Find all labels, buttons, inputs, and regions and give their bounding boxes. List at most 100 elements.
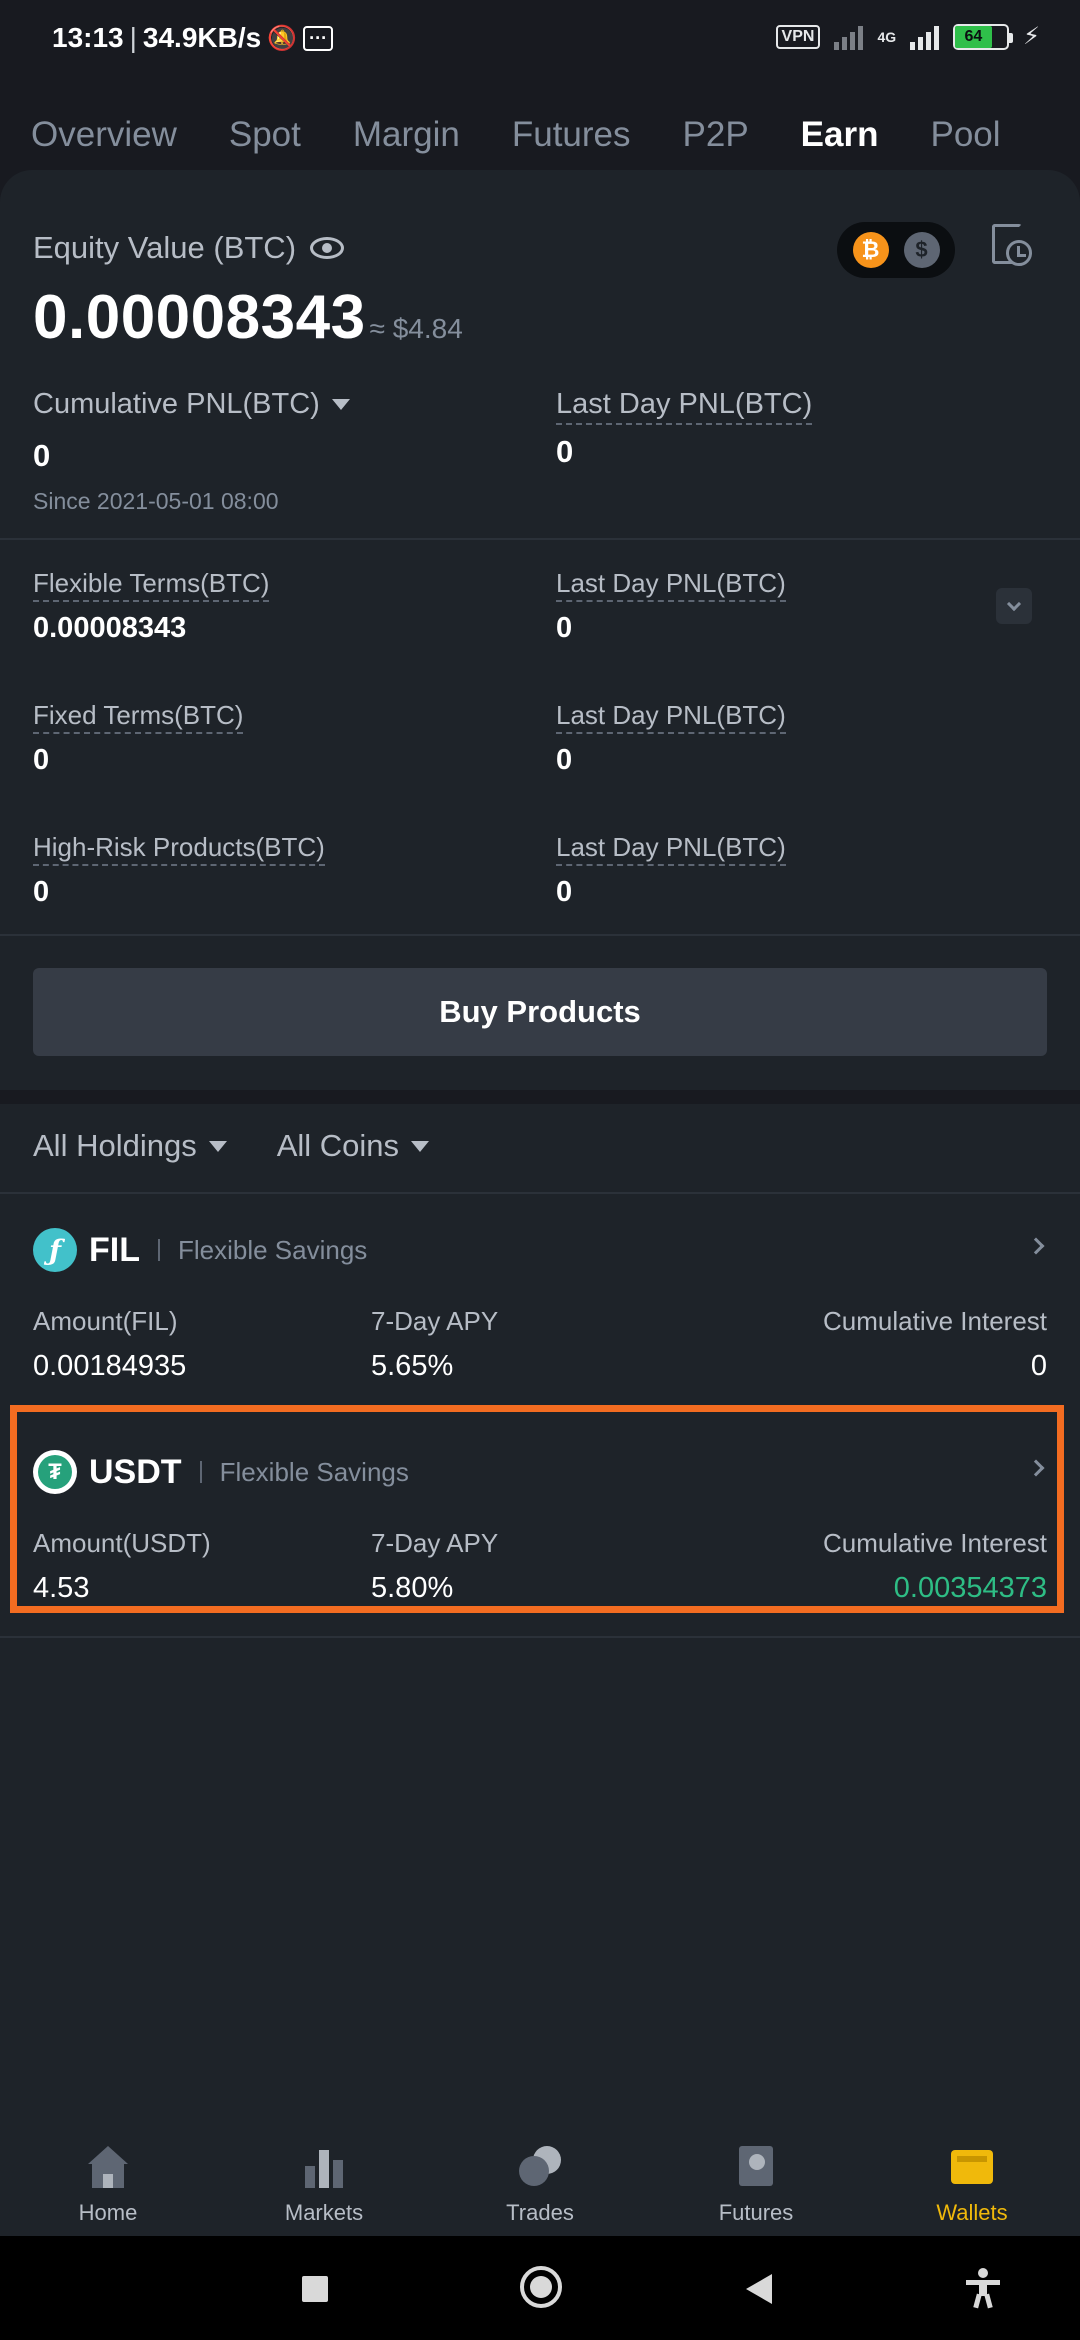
divider bbox=[0, 934, 1080, 936]
fixed-terms-label[interactable]: Fixed Terms(BTC) bbox=[33, 700, 244, 734]
interest-value: 0 bbox=[1030, 1350, 1047, 1382]
status-speed: 34.9KB/s bbox=[142, 22, 262, 53]
earn-summary-panel: Equity Value (BTC) ₿ $ 0.00008343 ≈ $4.8… bbox=[0, 170, 1080, 1090]
all-holdings-dropdown[interactable]: All Holdings bbox=[33, 1128, 227, 1164]
cumulative-pnl-selector[interactable]: Cumulative PNL(BTC) bbox=[33, 388, 350, 421]
chevron-right-icon[interactable] bbox=[1027, 1237, 1045, 1255]
charging-icon: ⚡ bbox=[1023, 23, 1040, 50]
interest-label: Cumulative Interest bbox=[823, 1528, 1047, 1558]
fixed-pnl-label[interactable]: Last Day PNL(BTC) bbox=[556, 700, 786, 734]
apy-label: 7-Day APY bbox=[371, 1528, 499, 1558]
signal-2-icon bbox=[910, 24, 940, 50]
amount-label: Amount(FIL) bbox=[33, 1306, 178, 1336]
nav-trades[interactable]: Trades bbox=[432, 2130, 648, 2236]
usdt-coin-icon: ₮ bbox=[33, 1450, 77, 1494]
equity-value: 0.00008343 bbox=[33, 283, 366, 352]
tab-pool[interactable]: Pool bbox=[930, 105, 1000, 165]
fixed-pnl-value: 0 bbox=[556, 744, 573, 776]
status-left: 13:13 | 34.9KB/s 🔕 ··· bbox=[52, 22, 334, 54]
nav-label: Futures bbox=[718, 2200, 794, 2225]
trades-icon bbox=[517, 2144, 563, 2190]
product-type: Flexible Savings bbox=[177, 1234, 368, 1265]
interest-label: Cumulative Interest bbox=[823, 1306, 1047, 1336]
fil-coin-icon: ƒ bbox=[33, 1228, 77, 1272]
mute-icon: 🔕 bbox=[267, 24, 298, 52]
high-risk-label[interactable]: High-Risk Products(BTC) bbox=[33, 832, 325, 866]
markets-icon bbox=[301, 2144, 347, 2190]
amount-value: 4.53 bbox=[33, 1572, 90, 1604]
nav-wallets[interactable]: Wallets bbox=[864, 2130, 1080, 2236]
high-risk-pnl-value: 0 bbox=[556, 876, 573, 908]
buy-products-button[interactable]: Buy Products bbox=[33, 968, 1047, 1056]
expand-button[interactable] bbox=[996, 588, 1032, 624]
section-gap bbox=[0, 1090, 1080, 1104]
apy-value: 5.65% bbox=[371, 1350, 454, 1382]
status-right: VPN 4G 64 ⚡ bbox=[775, 22, 1040, 51]
coin-name: USDT bbox=[89, 1452, 182, 1491]
caret-down-icon bbox=[411, 1140, 430, 1152]
flexible-terms-label[interactable]: Flexible Terms(BTC) bbox=[33, 568, 270, 602]
history-icon[interactable] bbox=[990, 222, 1032, 270]
holding-card-fil[interactable]: ƒ FIL Flexible Savings Amount(FIL) 0.001… bbox=[0, 1228, 1080, 1428]
nav-label: Wallets bbox=[936, 2200, 1008, 2225]
cumulative-pnl-label: Cumulative PNL(BTC) bbox=[33, 388, 320, 420]
flexible-terms-value: 0.00008343 bbox=[33, 612, 187, 644]
tab-futures[interactable]: Futures bbox=[512, 105, 631, 165]
status-time: 13:13 bbox=[52, 22, 124, 53]
apy-label: 7-Day APY bbox=[371, 1306, 499, 1336]
all-coins-dropdown[interactable]: All Coins bbox=[276, 1128, 430, 1164]
message-icon: ··· bbox=[303, 25, 334, 51]
high-risk-value: 0 bbox=[33, 876, 50, 908]
nav-markets[interactable]: Markets bbox=[216, 2130, 432, 2236]
home-icon bbox=[85, 2144, 131, 2190]
usd-icon[interactable]: $ bbox=[903, 232, 940, 268]
flexible-pnl-value: 0 bbox=[556, 612, 573, 644]
equity-label-row: Equity Value (BTC) bbox=[33, 230, 345, 266]
chevron-down-icon bbox=[1006, 596, 1022, 612]
nav-label: Markets bbox=[284, 2200, 364, 2225]
holdings-filters: All Holdings All Coins bbox=[33, 1128, 430, 1164]
back-button[interactable] bbox=[746, 2274, 772, 2304]
all-coins-label: All Coins bbox=[276, 1128, 400, 1163]
nav-label: Home bbox=[78, 2200, 138, 2225]
amount-label: Amount(USDT) bbox=[33, 1528, 211, 1558]
system-nav-bar bbox=[0, 2236, 1080, 2340]
high-risk-pnl-label[interactable]: Last Day PNL(BTC) bbox=[556, 832, 786, 866]
chevron-right-icon[interactable] bbox=[1027, 1459, 1045, 1477]
equity-value-row: 0.00008343 ≈ $4.84 bbox=[33, 282, 463, 353]
status-bar: 13:13 | 34.9KB/s 🔕 ··· VPN 4G 64 ⚡ bbox=[0, 0, 1080, 80]
eye-icon[interactable] bbox=[310, 237, 345, 259]
cumulative-pnl-value: 0 bbox=[33, 438, 51, 473]
nav-label: Trades bbox=[506, 2200, 574, 2225]
product-type: Flexible Savings bbox=[219, 1456, 409, 1487]
nav-futures[interactable]: Futures bbox=[648, 2130, 864, 2236]
recent-apps-button[interactable] bbox=[302, 2276, 328, 2302]
equity-approx: ≈ $4.84 bbox=[369, 313, 463, 344]
caret-down-icon bbox=[208, 1140, 227, 1152]
equity-label: Equity Value (BTC) bbox=[33, 230, 297, 265]
tab-earn[interactable]: Earn bbox=[801, 105, 878, 177]
btc-icon[interactable]: ₿ bbox=[852, 232, 889, 268]
divider bbox=[0, 1192, 1080, 1194]
vpn-badge: VPN bbox=[775, 24, 821, 49]
tab-spot[interactable]: Spot bbox=[229, 105, 301, 165]
tab-margin[interactable]: Margin bbox=[353, 105, 460, 165]
interest-value: 0.00354373 bbox=[893, 1572, 1047, 1604]
fixed-terms-value: 0 bbox=[33, 744, 50, 776]
status-separator: | bbox=[129, 22, 137, 53]
tab-overview[interactable]: Overview bbox=[31, 105, 177, 165]
flexible-pnl-label[interactable]: Last Day PNL(BTC) bbox=[556, 568, 786, 602]
holding-card-usdt[interactable]: ₮ USDT Flexible Savings Amount(USDT) 4.5… bbox=[0, 1450, 1080, 1650]
holdings-section: All Holdings All Coins ƒ FIL Flexible Sa… bbox=[0, 1104, 1080, 2234]
all-holdings-label: All Holdings bbox=[33, 1128, 197, 1163]
nav-home[interactable]: Home bbox=[0, 2130, 216, 2236]
tab-p2p[interactable]: P2P bbox=[683, 105, 749, 165]
network-type: 4G bbox=[877, 28, 897, 45]
currency-toggle[interactable]: ₿ $ bbox=[837, 222, 955, 278]
accessibility-icon[interactable] bbox=[966, 2268, 1000, 2309]
bottom-nav: Home Markets Trades Futures Wallets bbox=[0, 2130, 1080, 2236]
home-button[interactable] bbox=[520, 2266, 562, 2308]
last-day-pnl-label[interactable]: Last Day PNL(BTC) bbox=[556, 388, 813, 425]
apy-value: 5.80% bbox=[371, 1572, 454, 1604]
since-date: Since 2021-05-01 08:00 bbox=[33, 488, 279, 514]
